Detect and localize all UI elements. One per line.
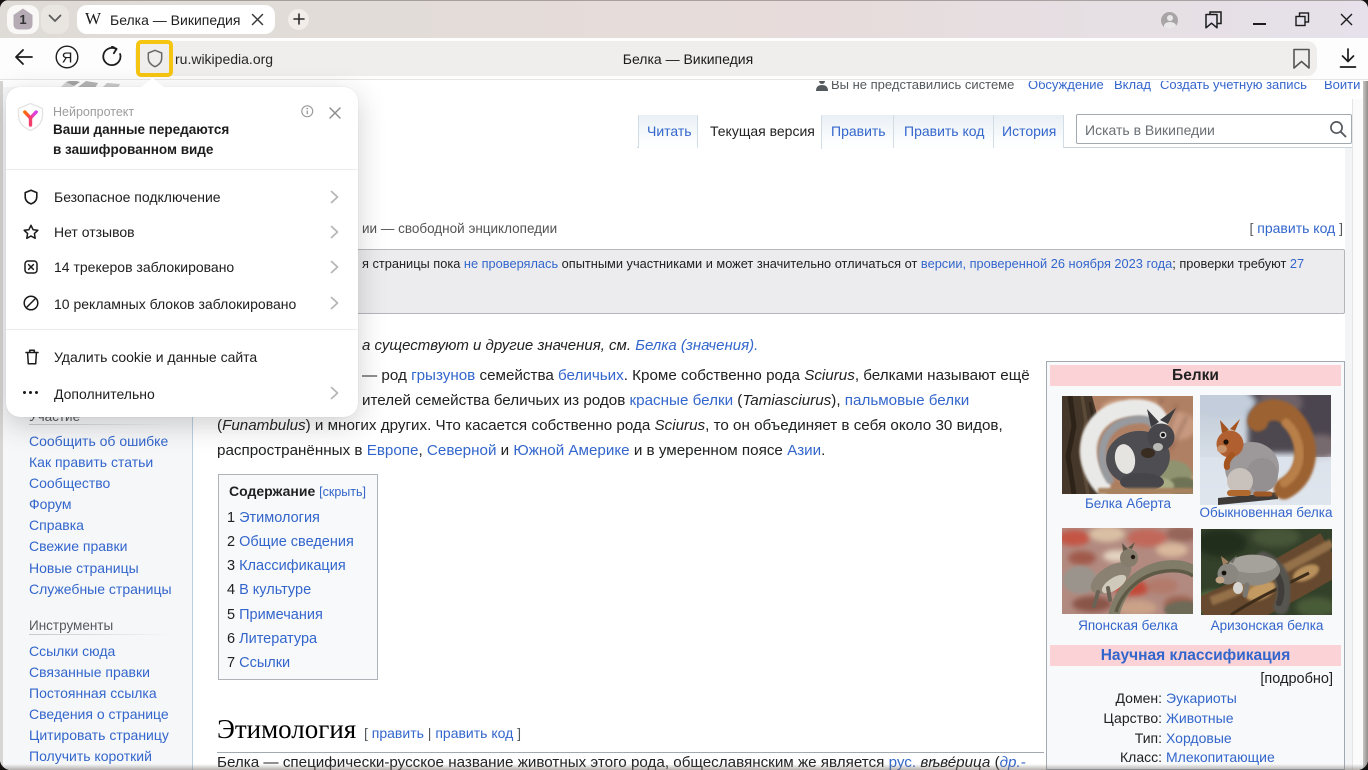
- svg-text:Я: Я: [62, 50, 73, 67]
- svg-text:1: 1: [19, 12, 26, 27]
